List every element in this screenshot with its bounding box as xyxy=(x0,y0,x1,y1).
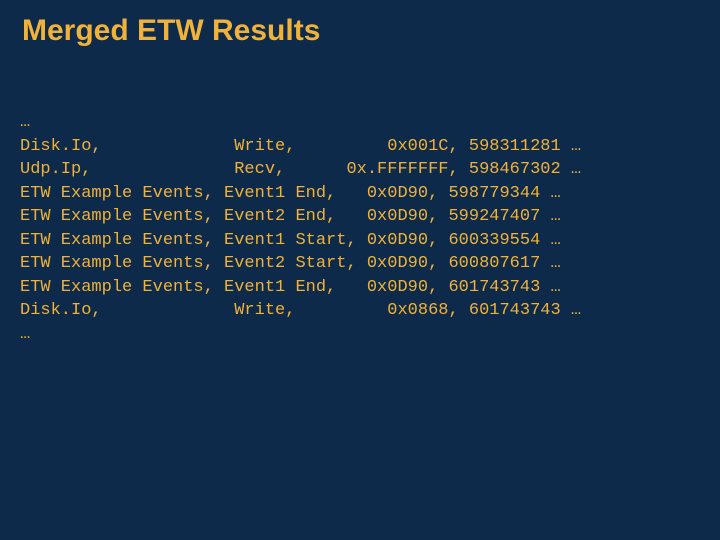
slide: Merged ETW Results … Disk.Io, Write, 0x0… xyxy=(0,0,720,540)
code-line: Disk.Io, Write, 0x001C, 598311281 … xyxy=(20,137,581,156)
code-line: ETW Example Events, Event1 Start, 0x0D90… xyxy=(20,231,561,250)
code-line: … xyxy=(20,113,30,132)
code-block: … Disk.Io, Write, 0x001C, 598311281 … Ud… xyxy=(20,88,700,369)
code-line: ETW Example Events, Event1 End, 0x0D90, … xyxy=(20,278,561,297)
code-line: ETW Example Events, Event1 End, 0x0D90, … xyxy=(20,184,561,203)
page-title: Merged ETW Results xyxy=(22,14,700,48)
code-line: … xyxy=(20,325,30,344)
code-line: Udp.Ip, Recv, 0x.FFFFFFF, 598467302 … xyxy=(20,160,581,179)
code-line: ETW Example Events, Event2 Start, 0x0D90… xyxy=(20,254,561,273)
code-line: Disk.Io, Write, 0x0868, 601743743 … xyxy=(20,301,581,320)
code-line: ETW Example Events, Event2 End, 0x0D90, … xyxy=(20,207,561,226)
